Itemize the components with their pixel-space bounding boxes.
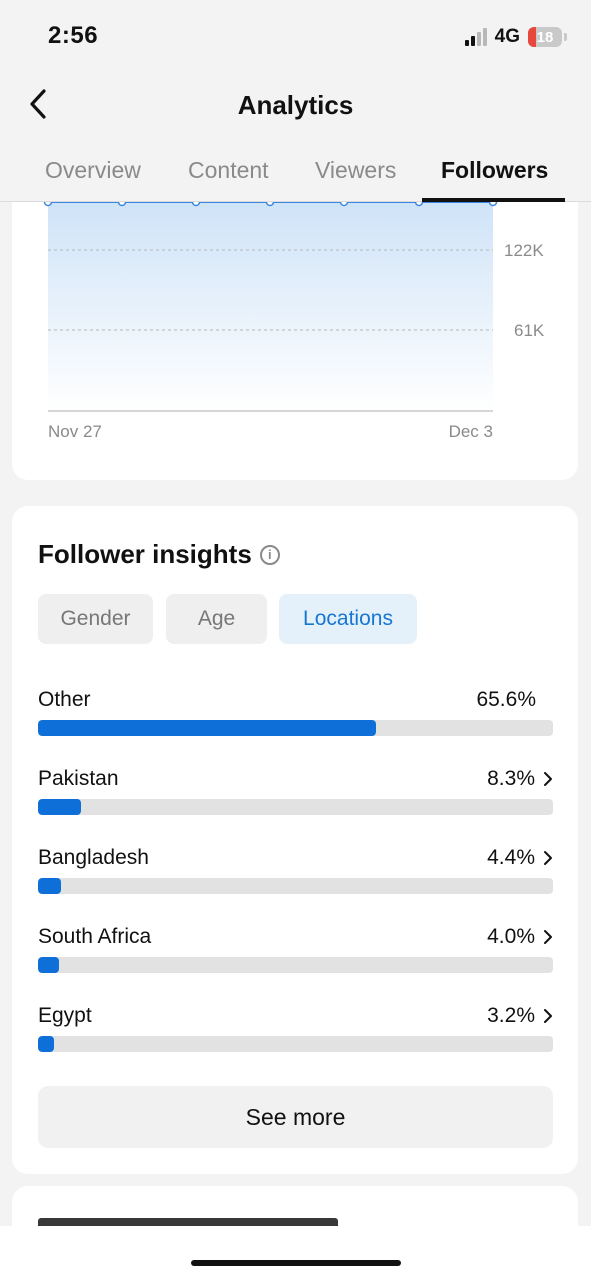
chart-point: [488, 202, 498, 207]
location-bar-track: [38, 799, 553, 815]
location-bar-fill: [38, 1036, 55, 1052]
location-bar-fill: [38, 799, 81, 815]
location-percent: 3.2%: [487, 1004, 535, 1027]
location-bar-track: [38, 720, 553, 736]
battery-tip: [564, 33, 567, 41]
network-type: 4G: [494, 26, 520, 47]
location-percent: 4.4%: [487, 846, 535, 869]
filter-locations[interactable]: Locations: [279, 594, 417, 644]
chevron-right-icon: [544, 851, 552, 865]
location-bar-track: [38, 878, 553, 894]
battery-icon: 18: [528, 27, 562, 47]
location-bar-fill: [38, 878, 61, 894]
filter-gender[interactable]: Gender: [38, 594, 153, 644]
status-indicators: 4G 18: [464, 26, 567, 48]
location-name: Egypt: [38, 1004, 92, 1027]
y-tick-label: 122K: [504, 241, 544, 260]
see-more-button[interactable]: See more: [38, 1086, 553, 1148]
tab-bar: Overview Content Viewers Followers: [0, 140, 591, 202]
x-tick-label-end: Dec 3: [449, 422, 493, 441]
x-tick-label-start: Nov 27: [48, 422, 102, 441]
page-title: Analytics: [237, 90, 354, 120]
location-row-egypt[interactable]: Egypt 3.2%: [38, 1004, 553, 1064]
bottom-safe-area: [0, 1226, 591, 1280]
location-row-other: Other 65.6%: [38, 688, 553, 748]
location-row-pakistan[interactable]: Pakistan 8.3%: [38, 767, 553, 827]
next-section-title-cutoff: [38, 1218, 338, 1226]
tab-viewers[interactable]: Viewers: [315, 157, 396, 184]
location-percent: 8.3%: [487, 767, 535, 790]
chevron-right-icon: [544, 1009, 552, 1023]
filter-age[interactable]: Age: [166, 594, 267, 644]
chart-point: [117, 202, 127, 207]
location-name: Pakistan: [38, 767, 119, 790]
tab-overview[interactable]: Overview: [45, 157, 141, 184]
next-section-card: [12, 1186, 578, 1226]
chevron-right-icon: [544, 772, 552, 786]
location-bar-fill: [38, 720, 376, 736]
location-percent: 4.0%: [487, 925, 535, 948]
chart-point: [43, 202, 53, 207]
tab-followers[interactable]: Followers: [441, 157, 548, 184]
follower-area-chart: 122K 61K Nov 27 Dec 3: [43, 202, 545, 441]
insights-title: Follower insights: [38, 539, 252, 569]
insights-title-row: Follower insights i: [38, 539, 280, 570]
app-header: Analytics: [0, 70, 591, 140]
location-name: Bangladesh: [38, 846, 149, 869]
status-bar: 2:56 4G 18: [0, 0, 591, 70]
chart-point: [339, 202, 349, 207]
status-time: 2:56: [48, 22, 99, 49]
location-bar-track: [38, 957, 553, 973]
chevron-right-icon: [544, 930, 552, 944]
battery-level: 18: [536, 28, 554, 46]
chart-point: [414, 202, 424, 207]
location-bar-track: [38, 1036, 553, 1052]
location-name: Other: [38, 688, 91, 711]
follower-chart-card: 122K 61K Nov 27 Dec 3: [12, 202, 578, 480]
location-row-bangladesh[interactable]: Bangladesh 4.4%: [38, 846, 553, 906]
chart-point: [191, 202, 201, 207]
y-tick-label: 61K: [514, 321, 545, 340]
location-name: South Africa: [38, 925, 152, 948]
info-icon[interactable]: i: [259, 544, 280, 565]
signal-icon: [464, 28, 487, 46]
location-bar-fill: [38, 957, 59, 973]
chart-point: [265, 202, 275, 207]
chart-area-fill: [48, 202, 493, 411]
home-indicator[interactable]: [191, 1260, 401, 1266]
location-row-south-africa[interactable]: South Africa 4.0%: [38, 925, 553, 985]
follower-insights-card: Follower insights i Gender Age Locations…: [12, 506, 578, 1174]
location-percent: 65.6%: [476, 688, 536, 711]
tab-content[interactable]: Content: [188, 157, 269, 184]
